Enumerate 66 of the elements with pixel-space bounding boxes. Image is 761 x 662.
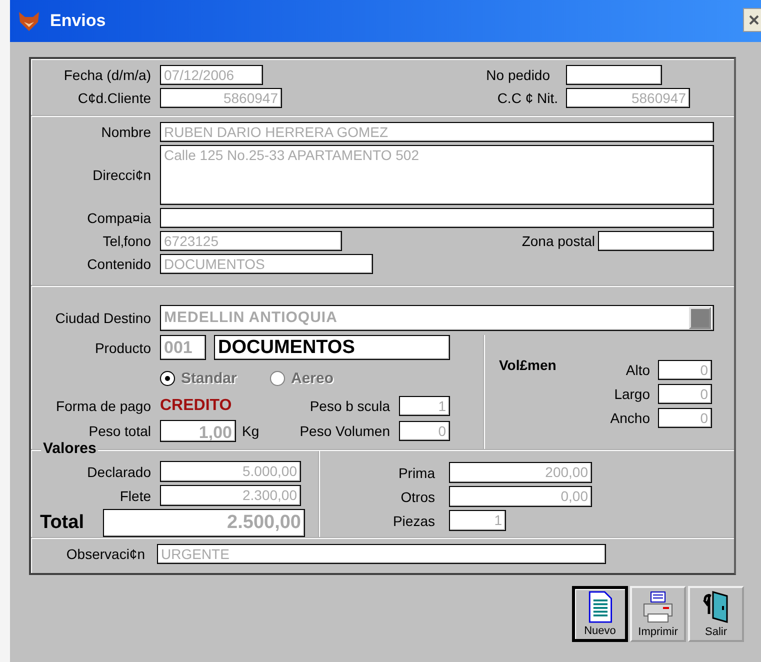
section-title: Vol£men [499, 357, 556, 375]
field-label: Direcci¢n [92, 167, 151, 183]
close-button[interactable] [743, 8, 761, 32]
field-label: Tel‚fono [102, 233, 151, 249]
premium-field[interactable]: 200,00 [449, 462, 592, 483]
field-label: Producto [94, 340, 151, 356]
name-field[interactable]: RUBEN DARIO HERRERA GOMEZ [160, 122, 714, 142]
dimension-field[interactable]: 0 [658, 408, 712, 428]
field-label: Nombre [100, 124, 151, 140]
field-label: Piezas [392, 512, 435, 528]
field-label: Zona postal [522, 233, 595, 249]
volume-weight-field[interactable]: 0 [399, 421, 450, 441]
other-charges-field[interactable]: 0,00 [449, 486, 592, 507]
address-field[interactable]: Calle 125 No.25-33 APARTAMENTO 502 [160, 145, 714, 205]
field-label: Compa¤ia [86, 210, 151, 226]
field-label: Ancho [610, 410, 650, 426]
company-field[interactable] [160, 208, 714, 228]
toolbar-button[interactable]: Salir [688, 586, 744, 642]
toolbar-button[interactable]: Imprimir [630, 586, 686, 642]
close-icon [748, 14, 760, 26]
field-label: Largo [614, 386, 650, 402]
field-label: No pedido [486, 67, 550, 83]
door-icon [701, 590, 731, 624]
declared-value-field[interactable]: 5.000,00 [160, 461, 301, 482]
printer-icon [641, 590, 675, 624]
scale-weight-field[interactable]: 1 [399, 396, 450, 416]
pieces-field[interactable]: 1 [449, 510, 506, 531]
fox-icon [18, 10, 40, 32]
product-name-field[interactable]: DOCUMENTOS [214, 335, 450, 360]
field-label: Ciudad Destino [54, 310, 151, 326]
field-label: C¢d.Cliente [76, 90, 151, 106]
dimension-field[interactable]: 0 [658, 360, 712, 380]
field-label: Flete [118, 488, 151, 504]
contents-field[interactable]: DOCUMENTOS [160, 254, 373, 274]
field-label: Otros [400, 488, 435, 504]
field-label: Fecha (d/m/a) [62, 67, 151, 83]
window-title: Envios [50, 11, 106, 31]
date-field[interactable]: 07/12/2006 [160, 65, 263, 85]
field-label: Contenido [86, 256, 151, 272]
field-label: Declarado [86, 464, 151, 480]
field-label: Peso Volumen [300, 423, 390, 439]
postal-zone-field[interactable] [598, 231, 714, 251]
client-code-field[interactable]: 5860947 [160, 88, 282, 108]
field-label: Forma de pago [55, 398, 151, 414]
product-code-field[interactable]: 001 [160, 335, 206, 360]
unit-label: Kg [242, 423, 260, 439]
field-label: C.C ¢ Nit. [497, 90, 558, 106]
total-weight-field[interactable]: 1,00 [160, 420, 236, 442]
field-label: Alto [626, 362, 650, 378]
field-value: MEDELLIN ANTIOQUIA [164, 309, 338, 327]
field-label: Prima [397, 464, 435, 480]
total-field[interactable]: 2.500,00 [103, 509, 305, 537]
field-label: Peso total [88, 423, 151, 439]
lookup-button[interactable] [689, 307, 711, 329]
field-label: Peso b scula [310, 398, 390, 414]
destination-city-field[interactable]: MEDELLIN ANTIOQUIA [160, 305, 714, 331]
freight-field[interactable]: 2.300,00 [160, 485, 301, 506]
order-number-field[interactable] [566, 65, 662, 85]
notes-field[interactable]: URGENTE [157, 544, 606, 564]
field-label: Observaci¢n [65, 546, 145, 562]
dimension-field[interactable]: 0 [658, 384, 712, 404]
phone-field[interactable]: 6723125 [160, 231, 342, 251]
id-number-field[interactable]: 5860947 [566, 88, 690, 108]
total-label: Total [39, 512, 85, 534]
toolbar-button[interactable]: Nuevo [572, 586, 628, 642]
payment-method: CREDITO [160, 397, 232, 415]
